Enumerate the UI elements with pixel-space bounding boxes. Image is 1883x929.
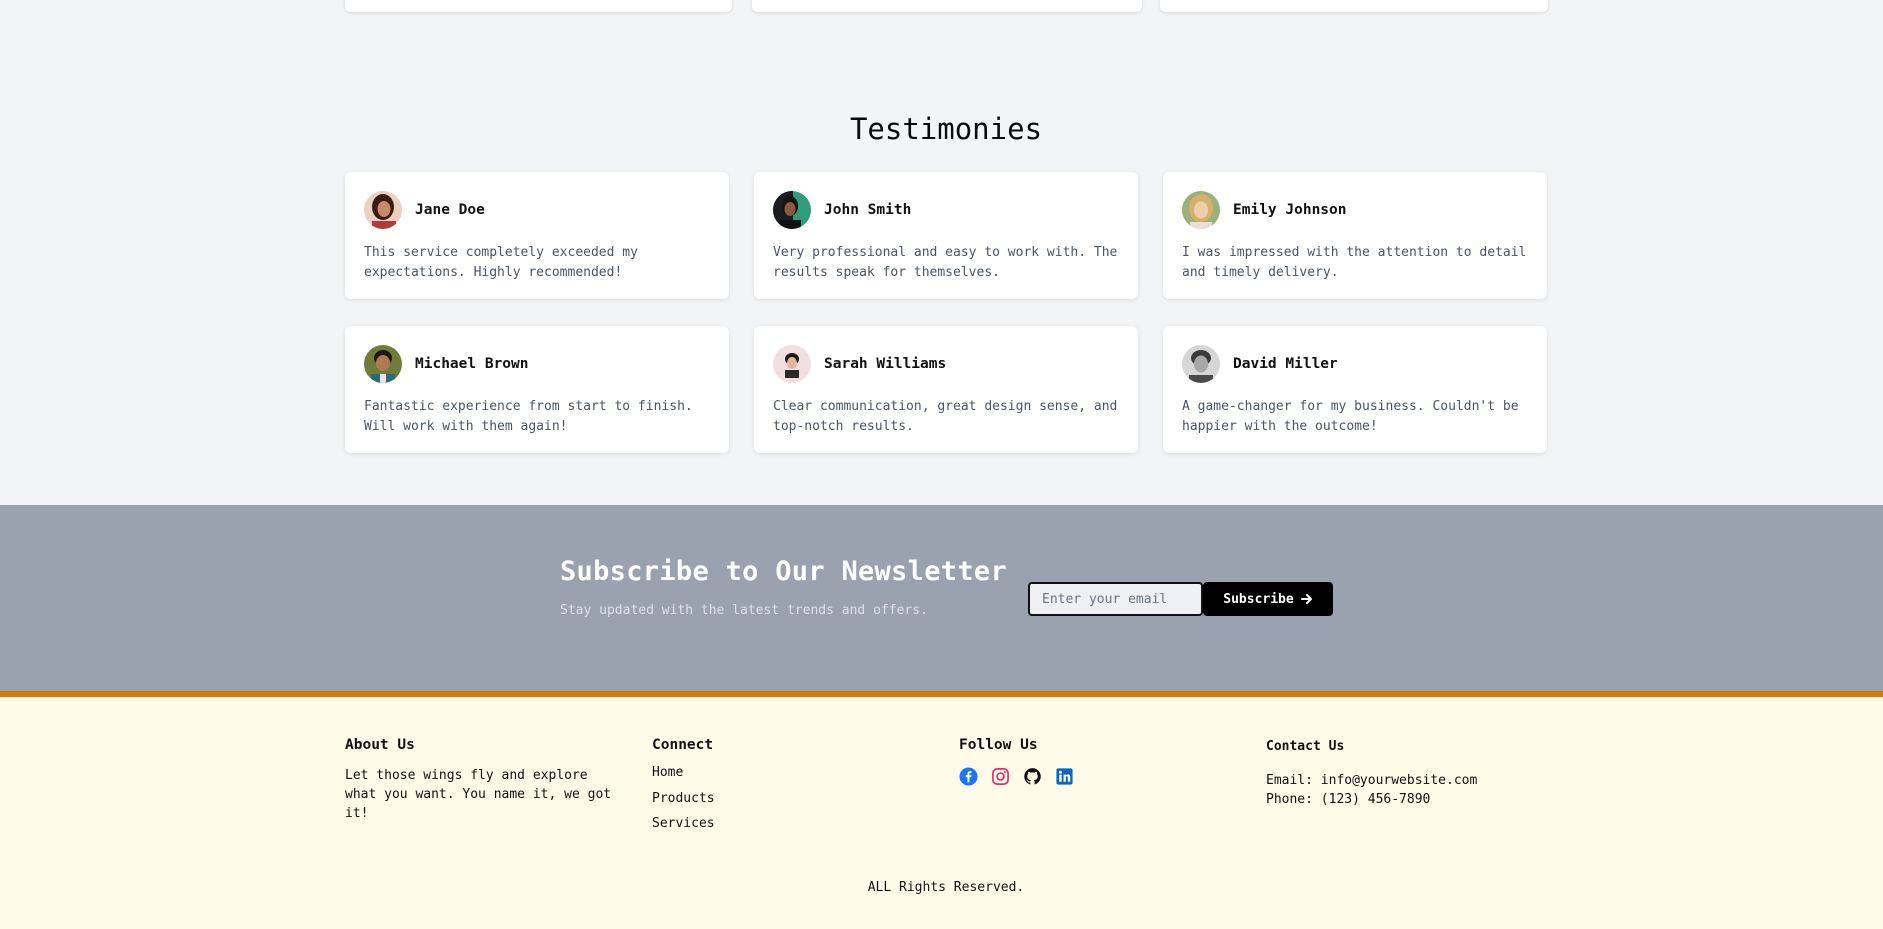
footer-link-products[interactable]: Products <box>652 786 715 812</box>
testimonial-name: David Miller <box>1233 356 1338 372</box>
testimonial-header: John Smith <box>773 191 911 229</box>
testimonial-name: Emily Johnson <box>1233 202 1347 218</box>
testimonial-quote: Clear communication, great design sense,… <box>773 399 1118 434</box>
testimonial-card: Emily Johnson I was impressed with the a… <box>1163 172 1547 299</box>
testimonial-quote: Fantastic experience from start to finis… <box>364 399 693 434</box>
testimonial-header: Emily Johnson <box>1182 191 1347 229</box>
footer-about-heading: About Us <box>345 737 415 753</box>
testimonial-card: John Smith Very professional and easy to… <box>754 172 1138 299</box>
testimonial-name: John Smith <box>824 202 912 218</box>
testimonial-quote: Very professional and easy to work with.… <box>773 245 1118 280</box>
testimonial-header: Sarah Williams <box>773 345 946 383</box>
testimonial-quote: A game-changer for my business. Couldn't… <box>1182 399 1519 434</box>
subscribe-button-label: Subscribe <box>1223 591 1294 607</box>
testimonies-title: Testimonies <box>849 112 1043 146</box>
newsletter-section: Subscribe to Our Newsletter Stay updated… <box>0 505 1883 691</box>
linkedin-icon[interactable] <box>1055 767 1074 786</box>
testimonies-section: Testimonies Jane Doe This service comple… <box>0 0 1883 505</box>
avatar-jane-doe <box>364 191 402 229</box>
newsletter-title: Subscribe to Our Newsletter <box>560 556 1007 587</box>
testimonial-name: Jane Doe <box>415 202 485 218</box>
contact-email: Email: info@yourwebsite.com <box>1266 773 1478 788</box>
newsletter-email-input[interactable] <box>1028 582 1203 616</box>
footer: About Us Let those wings fly and explore… <box>0 697 1883 929</box>
testimonial-card: Jane Doe This service completely exceede… <box>345 172 729 299</box>
avatar-david-miller <box>1182 345 1220 383</box>
social-icons <box>959 767 1074 786</box>
newsletter-subtitle: Stay updated with the latest trends and … <box>560 603 928 618</box>
testimonial-name: Michael Brown <box>415 356 529 372</box>
avatar-sarah-williams <box>773 345 811 383</box>
contact-phone: Phone: (123) 456-7890 <box>1266 792 1431 807</box>
footer-follow-heading: Follow Us <box>959 737 1038 753</box>
testimonial-card: Michael Brown Fantastic experience from … <box>345 326 729 453</box>
footer-contact-column: Contact Us Email: info@yourwebsite.com P… <box>1266 737 1477 809</box>
testimonial-quote: I was impressed with the attention to de… <box>1182 245 1527 280</box>
testimonial-card: Sarah Williams Clear communication, grea… <box>754 326 1138 453</box>
instagram-icon[interactable] <box>991 767 1010 786</box>
github-icon[interactable] <box>1023 767 1042 786</box>
subscribe-button[interactable]: Subscribe <box>1203 582 1333 616</box>
testimonial-name: Sarah Williams <box>824 356 947 372</box>
footer-follow-column: Follow Us <box>959 737 1074 786</box>
testimonial-quote: This service completely exceeded my expe… <box>364 245 638 280</box>
footer-link-services[interactable]: Services <box>652 811 715 837</box>
testimonial-header: Jane Doe <box>364 191 485 229</box>
footer-about-column: About Us Let those wings fly and explore… <box>345 737 620 823</box>
footer-about-text: Let those wings fly and explore what you… <box>345 768 612 821</box>
avatar-michael-brown <box>364 345 402 383</box>
testimonial-header: Michael Brown <box>364 345 529 383</box>
testimonial-header: David Miller <box>1182 345 1338 383</box>
footer-connect-heading: Connect <box>652 737 714 753</box>
footer-connect-column: Connect Home Products Services <box>652 737 715 837</box>
copyright-text: ALL Rights Reserved. <box>867 880 1025 895</box>
avatar-john-smith <box>773 191 811 229</box>
arrow-right-icon <box>1300 594 1312 604</box>
avatar-emily-johnson <box>1182 191 1220 229</box>
footer-contact-heading: Contact Us <box>1266 739 1345 754</box>
facebook-icon[interactable] <box>959 767 978 786</box>
footer-link-home[interactable]: Home <box>652 760 715 786</box>
testimonial-card: David Miller A game-changer for my busin… <box>1163 326 1547 453</box>
